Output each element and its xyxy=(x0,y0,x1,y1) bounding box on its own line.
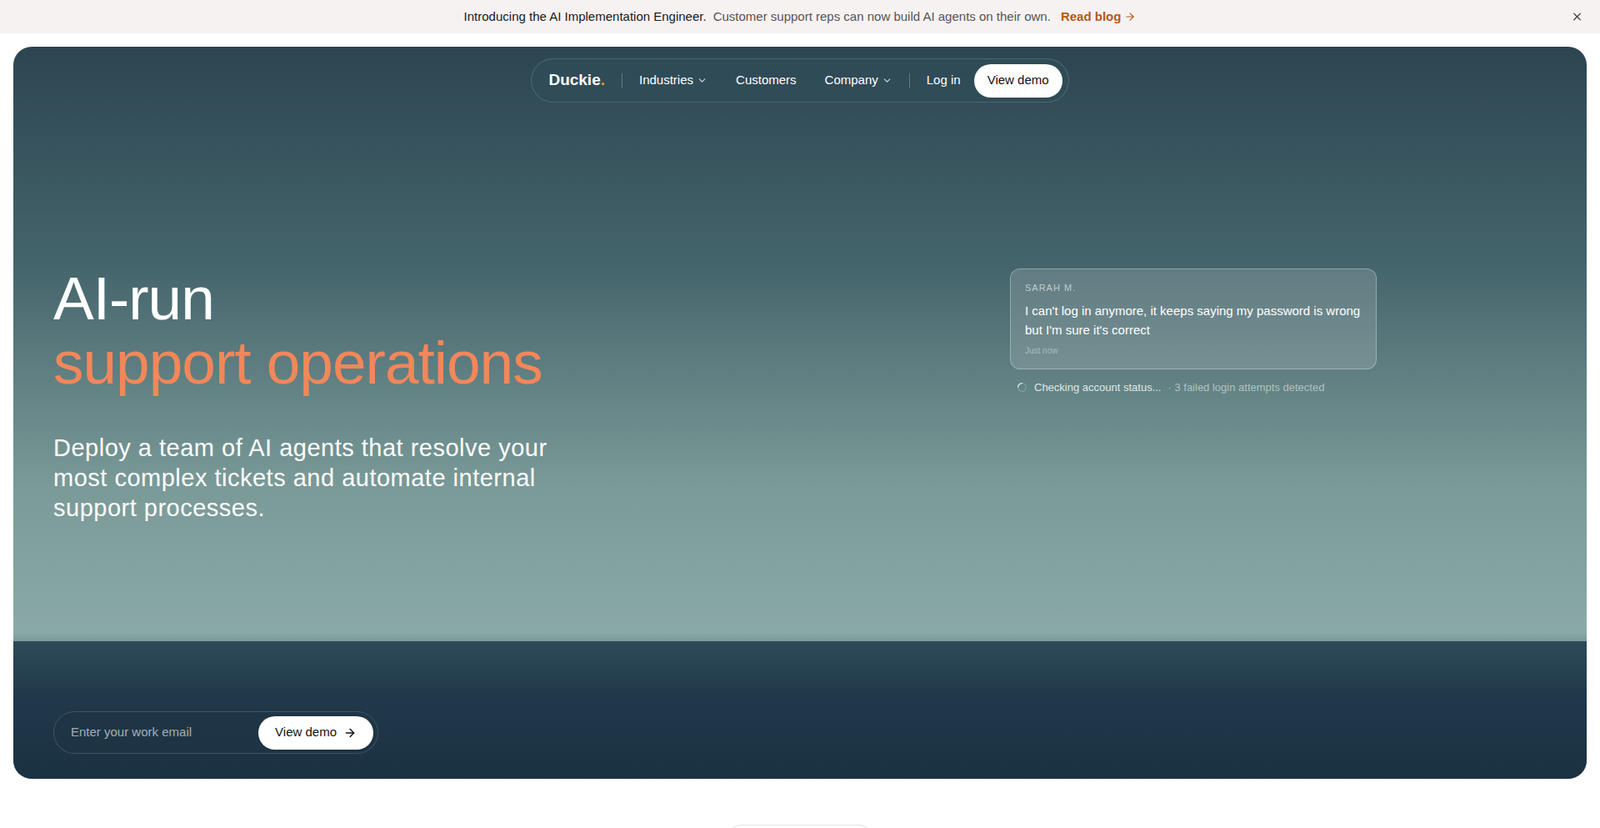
arrow-right-icon xyxy=(343,725,357,740)
login-button[interactable]: Log in xyxy=(926,70,961,90)
agent-status: Checking account status... · 3 failed log… xyxy=(1010,379,1377,396)
nav-item[interactable]: Industries xyxy=(639,70,708,90)
status-detail: · 3 failed login attempts detected xyxy=(1167,379,1325,396)
nav-bar: Duckie. Industries Customers Company Log in V… xyxy=(530,58,1069,103)
email-view-demo-button[interactable]: View demo xyxy=(258,715,374,750)
chat-message: I can't log in anymore, it keeps saying … xyxy=(1025,300,1362,340)
page: Introducing the AI Implementation Engine… xyxy=(0,0,1600,828)
nav-divider xyxy=(621,73,623,89)
chat-time: Just now xyxy=(1025,344,1362,357)
sea-background xyxy=(13,640,1587,779)
nav-item[interactable]: Customers xyxy=(735,70,797,90)
read-blog-link[interactable]: Read blog xyxy=(1060,7,1137,27)
close-icon xyxy=(1570,10,1584,24)
chat-card: SARAH M. I can't log in anymore, it keeps… xyxy=(1010,268,1377,370)
close-banner-button[interactable] xyxy=(1567,7,1587,27)
nav-divider xyxy=(909,73,910,89)
email-form: View demo xyxy=(53,710,379,754)
announcement-banner: Introducing the AI Implementation Engine… xyxy=(0,0,1600,34)
section-pill xyxy=(729,824,871,828)
banner-text: Customer support reps can now build AI a… xyxy=(713,7,1051,27)
email-input[interactable] xyxy=(70,722,259,742)
banner-headline: Introducing the AI Implementation Engine… xyxy=(464,7,707,27)
chevron-down-icon xyxy=(696,75,708,86)
chevron-down-icon xyxy=(881,75,893,86)
chat-sender: SARAH M. xyxy=(1025,280,1362,295)
status-text: Checking account status... xyxy=(1034,379,1161,396)
hero-title: AI-runsupport operations xyxy=(53,265,554,395)
nav-item[interactable]: Company xyxy=(825,70,893,90)
arrow-right-icon xyxy=(1124,10,1136,23)
view-demo-button[interactable]: View demo xyxy=(974,64,1063,98)
hero-subtitle: Deploy a team of AI agents that resolve … xyxy=(53,432,554,523)
spinner-icon xyxy=(1016,381,1028,393)
hero-panel: Duckie. Industries Customers Company Log in V… xyxy=(13,46,1587,779)
logo[interactable]: Duckie. xyxy=(548,68,605,93)
